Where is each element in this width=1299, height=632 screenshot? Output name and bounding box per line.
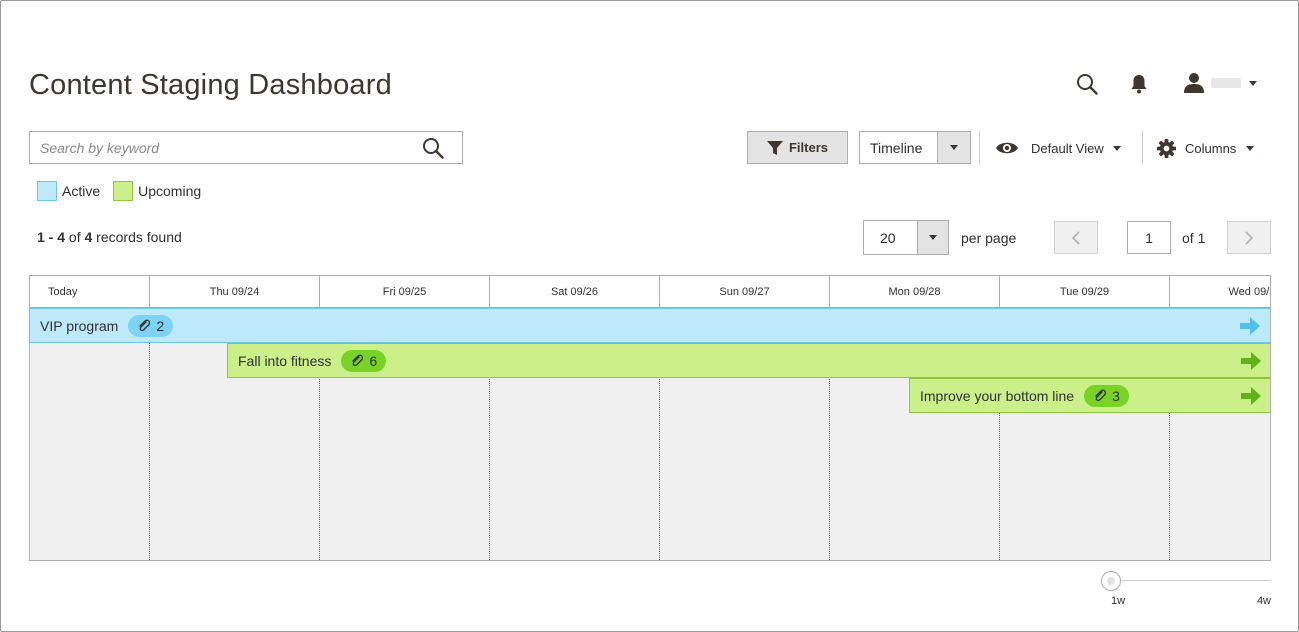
chevron-down-icon: [937, 132, 970, 163]
user-account-menu[interactable]: [1183, 71, 1263, 95]
update-count-badge: 6: [341, 349, 387, 372]
keyword-search: [29, 131, 463, 164]
timeline-bar-improve-your-bottom-line[interactable]: Improve your bottom line 3: [909, 378, 1270, 413]
page-total: of 1: [1182, 230, 1206, 246]
filters-label: Filters: [788, 140, 828, 155]
chevron-down-icon: [917, 221, 948, 254]
arrow-right-icon[interactable]: [1241, 352, 1261, 370]
timeline-column-header: Today: [30, 276, 150, 307]
timeline-column-header: Mon 09/28: [830, 276, 1000, 307]
view-mode-select[interactable]: Timeline: [859, 131, 971, 164]
arrow-right-icon[interactable]: [1241, 387, 1261, 405]
default-view-dropdown[interactable]: Default View: [995, 137, 1121, 159]
filters-button[interactable]: Filters: [747, 131, 848, 164]
search-icon[interactable]: [422, 137, 444, 159]
slider-track[interactable]: [1111, 580, 1271, 581]
update-count-badge: 2: [128, 314, 174, 337]
chevron-left-icon: [1071, 230, 1080, 245]
timeline-column-header: Tue 09/29: [1000, 276, 1170, 307]
previous-page-button[interactable]: [1054, 221, 1098, 254]
filter-icon: [766, 140, 783, 155]
view-mode-value: Timeline: [870, 139, 923, 156]
global-search-icon[interactable]: [1074, 71, 1100, 97]
records-count: 1 - 4 of 4 records found: [37, 229, 182, 245]
chevron-right-icon: [1245, 230, 1254, 245]
columns-dropdown[interactable]: Columns: [1157, 137, 1255, 159]
chevron-down-icon: [1112, 145, 1121, 151]
timeline-bar-fall-into-fitness[interactable]: Fall into fitness 6: [227, 343, 1270, 378]
update-count: 2: [156, 317, 165, 334]
legend-item-upcoming: Upcoming: [113, 181, 201, 201]
timeline-header: Today Thu 09/24 Fri 09/25 Sat 09/26 Sun …: [30, 276, 1270, 308]
chevron-down-icon: [1249, 80, 1257, 86]
day-divider: [149, 308, 150, 560]
chevron-down-icon: [1246, 145, 1255, 151]
search-input[interactable]: [30, 132, 410, 163]
timeline-column-header: Wed 09/30: [1228, 285, 1270, 298]
campaign-name: Fall into fitness: [238, 352, 332, 369]
zoom-max-label: 4w: [1256, 595, 1271, 607]
campaign-name: VIP program: [40, 317, 119, 334]
timeline-bar-vip-program[interactable]: VIP program 2: [30, 308, 1270, 343]
update-count: 6: [369, 352, 378, 369]
user-name-redacted: [1211, 78, 1241, 88]
campaign-name: Improve your bottom line: [920, 387, 1075, 404]
paperclip-icon: [352, 354, 364, 366]
columns-label: Columns: [1185, 140, 1237, 156]
next-page-button[interactable]: [1227, 221, 1271, 254]
timeline-column-header: Thu 09/24: [150, 276, 320, 307]
records-range: 1 - 4: [37, 229, 66, 245]
records-suffix: records found: [96, 229, 182, 245]
default-view-label: Default View: [1031, 140, 1104, 156]
page-title: Content Staging Dashboard: [29, 69, 392, 101]
slider-handle[interactable]: [1101, 571, 1121, 591]
divider: [979, 131, 980, 164]
eye-icon: [996, 142, 1018, 154]
legend-swatch-active: [37, 181, 57, 201]
status-legend: Active Upcoming: [37, 181, 214, 201]
bell-icon[interactable]: [1128, 72, 1150, 96]
arrow-right-icon[interactable]: [1240, 317, 1260, 335]
per-page-label: per page: [961, 230, 1017, 246]
gear-icon: [1157, 138, 1176, 158]
timeline-column-header: Fri 09/25: [320, 276, 490, 307]
divider: [1142, 131, 1143, 164]
timeline-column-header: Sat 09/26: [490, 276, 660, 307]
legend-label: Upcoming: [138, 183, 202, 199]
page-number-input[interactable]: [1127, 221, 1171, 254]
update-count-badge: 3: [1084, 384, 1129, 407]
user-icon: [1184, 73, 1204, 93]
paperclip-icon: [1095, 389, 1107, 401]
legend-label: Active: [62, 183, 101, 199]
records-of: of: [68, 229, 81, 245]
per-page-select[interactable]: 20: [863, 220, 949, 255]
staging-timeline: Today Thu 09/24 Fri 09/25 Sat 09/26 Sun …: [29, 275, 1271, 561]
records-total: 4: [84, 229, 93, 245]
zoom-min-label: 1w: [1111, 595, 1126, 607]
update-count: 3: [1112, 387, 1120, 404]
timeline-column-header: Sun 09/27: [660, 276, 830, 307]
paperclip-icon: [139, 319, 151, 331]
timeline-zoom-slider[interactable]: 1w 4w: [1101, 571, 1271, 611]
legend-item-active: Active: [37, 181, 100, 201]
app-frame: Content Staging Dashboard Filters Timeli…: [0, 0, 1299, 632]
per-page-value: 20: [880, 229, 896, 246]
legend-swatch-upcoming: [113, 181, 134, 201]
